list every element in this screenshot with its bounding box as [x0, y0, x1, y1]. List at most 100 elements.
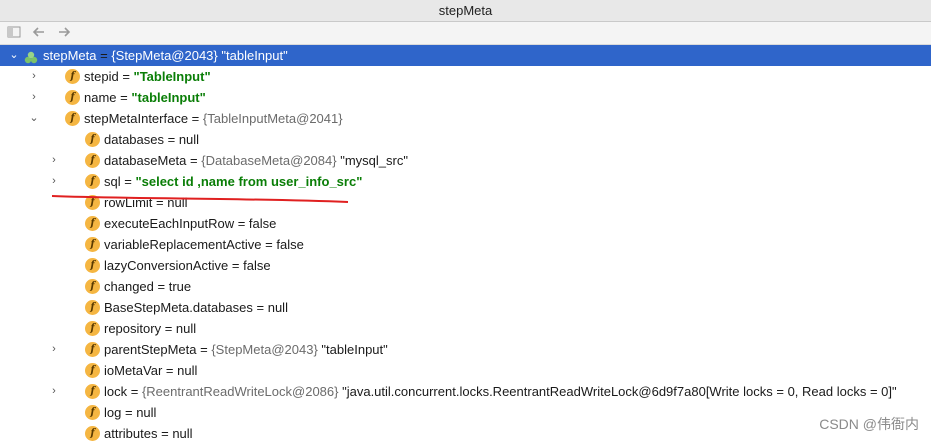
field-icon: f	[85, 384, 100, 399]
tree-row-text: databases = null	[104, 129, 199, 150]
object-icon	[24, 49, 38, 64]
tree-row[interactable]: f ioMetaVar = null	[0, 360, 931, 381]
equals-sign: =	[127, 384, 142, 399]
tree-row[interactable]: f changed = true	[0, 276, 931, 297]
variable-name: stepMetaInterface	[84, 111, 189, 126]
field-icon: f	[85, 363, 100, 378]
field-icon: f	[85, 153, 100, 168]
tree-row-text: repository = null	[104, 318, 196, 339]
variable-value: null	[177, 363, 198, 378]
field-icon: f	[85, 174, 100, 189]
variable-value: null	[175, 321, 197, 336]
equals-sign: =	[252, 300, 268, 315]
field-icon: f	[85, 426, 100, 441]
equals-sign: =	[120, 174, 136, 189]
red-underline-annotation	[51, 195, 349, 203]
tree-row-text: ioMetaVar = null	[104, 360, 197, 381]
field-icon: f	[85, 216, 100, 231]
tree-row[interactable]: › f sql = "select id ,name from user_info_…	[0, 171, 931, 192]
field-icon: f	[85, 258, 100, 273]
variable-name: ioMetaVar	[104, 363, 163, 378]
variable-name: variableReplacementActive	[104, 237, 262, 252]
equals-sign: =	[96, 48, 112, 63]
tree-row[interactable]: ⌄ f stepMetaInterface = {TableInputMeta@20…	[0, 108, 931, 129]
field-icon: f	[65, 90, 80, 105]
tree-row[interactable]: › f stepid = "TableInput"	[0, 66, 931, 87]
variable-name: parentStepMeta	[104, 342, 197, 357]
tree-row[interactable]: f lazyConversionActive = false	[0, 255, 931, 276]
variable-type: {TableInputMeta@2041}	[202, 111, 343, 126]
tree-row[interactable]: › f name = "tableInput"	[0, 87, 931, 108]
expand-arrow-icon[interactable]: ›	[48, 339, 60, 360]
tree-row-text: changed = true	[104, 276, 191, 297]
equals-sign: =	[157, 426, 173, 441]
equals-sign: =	[161, 321, 176, 336]
expand-arrow-icon[interactable]: ›	[48, 381, 60, 402]
expand-arrow-icon[interactable]: ›	[48, 171, 60, 192]
tree-row[interactable]: f attributes = null	[0, 423, 931, 444]
tree-row-text: name = "tableInput"	[84, 87, 206, 108]
variable-name: lazyConversionActive	[104, 258, 229, 273]
variable-value: "TableInput"	[133, 69, 211, 84]
back-arrow-icon[interactable]	[31, 25, 47, 41]
tree-row[interactable]: f executeEachInputRow = false	[0, 213, 931, 234]
equals-sign: =	[228, 258, 244, 273]
tree-row[interactable]: › f databaseMeta = {DatabaseMeta@2084} "my…	[0, 150, 931, 171]
field-icon: f	[85, 321, 100, 336]
variable-name: stepid	[84, 69, 119, 84]
tree-row-text: stepMetaInterface = {TableInputMeta@2041…	[84, 108, 343, 129]
tree-row[interactable]: f BaseStepMeta.databases = null	[0, 297, 931, 318]
equals-sign: =	[116, 90, 132, 105]
equals-sign: =	[186, 153, 202, 168]
forward-arrow-icon[interactable]	[56, 25, 72, 41]
equals-sign: =	[196, 342, 212, 357]
equals-sign: =	[118, 69, 134, 84]
tree-row[interactable]: ⌄ stepMeta = {StepMeta@2043} "tableInput"	[0, 45, 931, 66]
variable-value: false	[276, 237, 304, 252]
tree-row-text: sql = "select id ,name from user_info_sr…	[104, 171, 362, 192]
equals-sign: =	[153, 279, 169, 294]
window-title: stepMeta	[438, 3, 493, 18]
variable-name: databaseMeta	[104, 153, 187, 168]
tree-row[interactable]: f databases = null	[0, 129, 931, 150]
variable-value: "mysql_src"	[340, 153, 408, 168]
tree-row[interactable]: f variableReplacementActive = false	[0, 234, 931, 255]
variable-value: null	[267, 300, 288, 315]
tree-row-text: lock = {ReentrantReadWriteLock@2086} "ja…	[104, 381, 897, 402]
field-icon: f	[85, 279, 100, 294]
collapse-arrow-icon[interactable]: ⌄	[8, 45, 20, 66]
variable-value: "tableInput"	[321, 342, 388, 357]
tree-row-text: lazyConversionActive = false	[104, 255, 271, 276]
tree-row-text: parentStepMeta = {StepMeta@2043} "tableI…	[104, 339, 388, 360]
tree-row[interactable]: › f parentStepMeta = {StepMeta@2043} "tabl…	[0, 339, 931, 360]
watermark: CSDN @伟衙内	[819, 416, 919, 432]
expand-arrow-icon[interactable]: ›	[28, 66, 40, 87]
tree-row-text: BaseStepMeta.databases = null	[104, 297, 288, 318]
layout-icon[interactable]	[6, 25, 22, 41]
field-icon: f	[85, 405, 100, 420]
variable-value: null	[136, 405, 157, 420]
variable-name: stepMeta	[43, 48, 97, 63]
tree-row[interactable]: f log = null	[0, 402, 931, 423]
equals-sign: =	[162, 363, 178, 378]
tree-row-text: log = null	[104, 402, 156, 423]
field-icon: f	[85, 342, 100, 357]
variable-name: databases	[104, 132, 164, 147]
variable-value: "select id ,name from user_info_src"	[135, 174, 363, 189]
tree-row[interactable]: › f lock = {ReentrantReadWriteLock@2086} "…	[0, 381, 931, 402]
variable-type: {ReentrantReadWriteLock@2086}	[141, 384, 339, 399]
equals-sign: =	[261, 237, 277, 252]
variable-name: changed	[104, 279, 154, 294]
variable-name: name	[84, 90, 117, 105]
tree-row-text: attributes = null	[104, 423, 193, 444]
collapse-arrow-icon[interactable]: ⌄	[28, 108, 40, 129]
expand-arrow-icon[interactable]: ›	[28, 87, 40, 108]
variable-value: "tableInput"	[131, 90, 206, 105]
variable-type: {StepMeta@2043}	[211, 342, 318, 357]
expand-arrow-icon[interactable]: ›	[48, 150, 60, 171]
variable-type: {StepMeta@2043}	[111, 48, 218, 63]
tree-row-text: databaseMeta = {DatabaseMeta@2084} "mysq…	[104, 150, 408, 171]
tree-row[interactable]: f repository = null	[0, 318, 931, 339]
tree-row-text: stepid = "TableInput"	[84, 66, 211, 87]
toolbar	[0, 22, 931, 45]
